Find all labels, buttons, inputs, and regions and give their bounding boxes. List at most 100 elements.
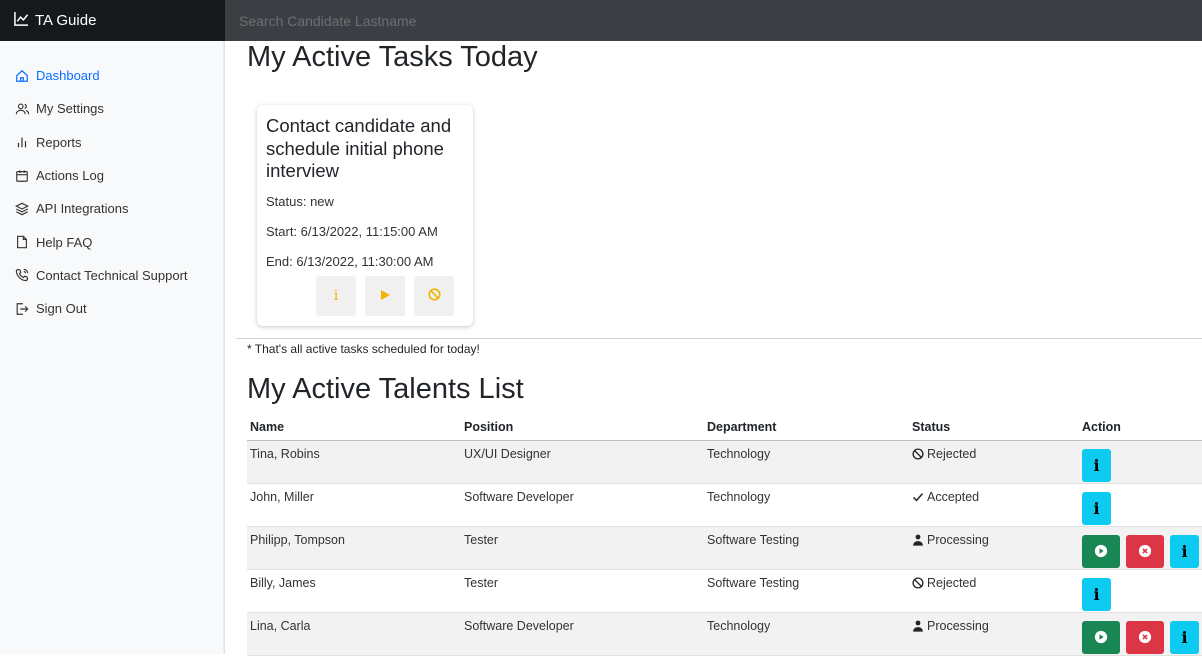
ban-icon: [912, 447, 924, 460]
top-navbar: TA Guide: [0, 0, 1202, 41]
table-row: Billy, James Tester Software Testing Reject…: [247, 569, 1202, 613]
line-chart-icon: [14, 11, 35, 30]
column-header-department: Department: [704, 414, 909, 441]
cell-name: Lina, Carla: [247, 612, 461, 656]
cell-department: Software Testing: [704, 569, 909, 613]
play-icon: [379, 288, 391, 304]
status-badge: Rejected: [912, 576, 976, 590]
start-button[interactable]: [1082, 534, 1120, 568]
info-button[interactable]: i: [1170, 620, 1199, 654]
cell-action: i: [1079, 612, 1202, 656]
sidebar-nav: Dashboard My Settings Reports Actions Log AP…: [0, 41, 224, 325]
cell-name: Tina, Robins: [247, 440, 461, 484]
sidebar-item-label: Dashboard: [36, 68, 100, 84]
task-actions: i: [316, 276, 454, 316]
sidebar-item-actions-log[interactable]: Actions Log: [0, 159, 224, 192]
info-label: i: [1181, 627, 1188, 647]
tasks-heading: My Active Tasks Today: [247, 41, 538, 73]
cancel-button[interactable]: [1126, 534, 1164, 568]
talents-table-body: Tina, Robins UX/UI Designer Technology Reje…: [247, 440, 1202, 656]
sidebar-item-label: My Settings: [36, 101, 104, 117]
phone-icon: [14, 267, 30, 283]
task-cancel-button[interactable]: [414, 276, 454, 316]
task-end: End: 6/13/2022, 11:30:00 AM: [266, 253, 434, 269]
sidebar-item-api-integrations[interactable]: API Integrations: [0, 192, 224, 225]
sidebar-item-label: Actions Log: [36, 168, 104, 184]
status-text: Rejected: [927, 575, 977, 590]
sidebar: Dashboard My Settings Reports Actions Log AP…: [0, 41, 225, 654]
cell-position: Software Developer: [461, 483, 704, 527]
status-badge: Processing: [912, 533, 989, 547]
status-badge: Accepted: [912, 490, 979, 504]
info-button[interactable]: i: [1082, 577, 1111, 611]
x-circle-icon: [1138, 630, 1152, 644]
table-row: Lina, Carla Software Developer Technology P…: [247, 612, 1202, 656]
tasks-note: * That's all active tasks scheduled for …: [247, 342, 480, 356]
cell-status: Processing: [909, 526, 1079, 570]
sidebar-item-dashboard[interactable]: Dashboard: [0, 59, 224, 92]
status-badge: Rejected: [912, 447, 976, 461]
search-input[interactable]: [225, 0, 1202, 41]
cell-position: Software Developer: [461, 612, 704, 656]
task-info-button[interactable]: i: [316, 276, 356, 316]
ban-icon: [427, 288, 441, 304]
user-icon: [912, 534, 924, 546]
sidebar-item-label: Contact Technical Support: [36, 267, 188, 283]
status-badge: Processing: [912, 619, 989, 633]
column-header-position: Position: [461, 414, 704, 441]
row-actions: i: [1082, 531, 1199, 568]
cell-action: i: [1079, 483, 1202, 527]
column-header-status: Status: [909, 414, 1079, 441]
sign-out-icon: [14, 301, 30, 317]
talents-heading: My Active Talents List: [247, 373, 524, 405]
cell-action: i: [1079, 440, 1202, 484]
sidebar-item-label: API Integrations: [36, 201, 129, 217]
info-label: i: [333, 288, 339, 304]
cell-name: Philipp, Tompson: [247, 526, 461, 570]
ban-icon: [912, 576, 924, 589]
user-icon: [912, 620, 924, 632]
sidebar-item-sign-out[interactable]: Sign Out: [0, 292, 224, 325]
start-button[interactable]: [1082, 620, 1120, 654]
cell-position: Tester: [461, 569, 704, 613]
row-actions: i: [1082, 617, 1199, 654]
info-button[interactable]: i: [1082, 448, 1111, 482]
status-text: Rejected: [927, 446, 977, 461]
sidebar-item-reports[interactable]: Reports: [0, 126, 224, 159]
sidebar-item-label: Sign Out: [36, 301, 87, 317]
row-actions: i: [1082, 574, 1199, 611]
info-label: i: [1181, 541, 1188, 561]
cell-department: Software Testing: [704, 526, 909, 570]
info-button[interactable]: i: [1082, 491, 1111, 525]
cell-department: Technology: [704, 483, 909, 527]
talents-table-wrapper: Name Position Department Status Action T…: [247, 414, 1202, 656]
task-title: Contact candidate and schedule initial p…: [266, 115, 452, 181]
info-button[interactable]: i: [1170, 534, 1199, 568]
brand-name: TA Guide: [35, 12, 97, 29]
brand[interactable]: TA Guide: [0, 0, 225, 41]
task-start: Start: 6/13/2022, 11:15:00 AM: [266, 223, 438, 239]
cancel-button[interactable]: [1126, 620, 1164, 654]
sidebar-item-help-faq[interactable]: Help FAQ: [0, 225, 224, 258]
cell-department: Technology: [704, 440, 909, 484]
check-icon: [912, 491, 924, 503]
info-label: i: [1093, 498, 1100, 518]
home-icon: [14, 68, 30, 84]
x-circle-icon: [1138, 544, 1152, 558]
sidebar-item-my-settings[interactable]: My Settings: [0, 92, 224, 125]
cell-position: UX/UI Designer: [461, 440, 704, 484]
cell-status: Accepted: [909, 483, 1079, 527]
status-text: Processing: [927, 532, 989, 547]
layers-icon: [14, 201, 30, 217]
row-actions: i: [1082, 488, 1199, 525]
status-text: Processing: [927, 618, 989, 633]
task-status: Status: new: [266, 193, 334, 209]
cell-action: i: [1079, 569, 1202, 613]
file-icon: [14, 234, 30, 250]
cell-department: Technology: [704, 612, 909, 656]
task-start-button[interactable]: [365, 276, 405, 316]
sidebar-item-contact-technical-support[interactable]: Contact Technical Support: [0, 259, 224, 292]
play-circle-icon: [1094, 544, 1108, 558]
cell-name: John, Miller: [247, 483, 461, 527]
cell-position: Tester: [461, 526, 704, 570]
